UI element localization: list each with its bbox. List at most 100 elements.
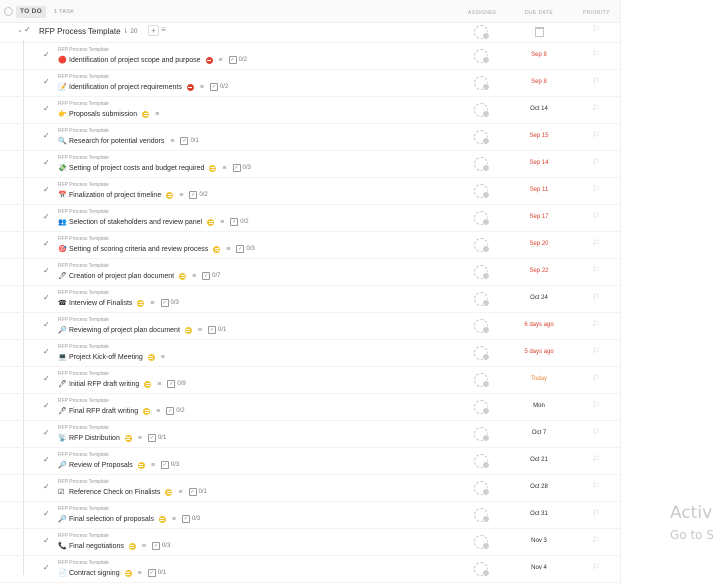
task-name[interactable]: Reference Check on Finalists xyxy=(69,489,160,496)
tag-icon[interactable] xyxy=(128,542,136,550)
task-name[interactable]: Identification of project requirements xyxy=(69,84,182,91)
task-name[interactable]: Interview of Finalists xyxy=(69,300,132,307)
flag-icon[interactable]: ⚐ xyxy=(592,130,600,141)
tag-icon[interactable] xyxy=(147,353,155,361)
check-icon[interactable]: ✓ xyxy=(43,104,50,113)
check-icon[interactable]: ✓ xyxy=(43,563,50,572)
tag-icon[interactable] xyxy=(165,488,173,496)
flag-icon[interactable]: ⚐ xyxy=(592,211,600,222)
checklist-indicator[interactable]: ✓ 0/3 xyxy=(236,245,255,253)
subtask-count[interactable]: ⇂ 20 xyxy=(123,27,138,35)
task-row[interactable]: ✓ RFP Process Template 💻 Project Kick-off M… xyxy=(0,339,620,367)
checklist-indicator[interactable]: ✓ 0/1 xyxy=(208,326,226,334)
task-parent-label[interactable]: RFP Process Template xyxy=(58,371,109,377)
check-icon[interactable]: ✓ xyxy=(43,239,50,248)
task-name[interactable]: Finalization of project timeline xyxy=(69,192,161,199)
task-name[interactable]: Identification of project scope and purp… xyxy=(69,57,201,64)
task-row[interactable]: ✓ RFP Process Template ☎ Interview of Final… xyxy=(0,285,620,313)
checklist-indicator[interactable]: ✓ 0/1 xyxy=(180,137,199,145)
task-parent-label[interactable]: RFP Process Template xyxy=(58,398,109,404)
tag-icon[interactable] xyxy=(209,164,217,172)
flag-icon[interactable]: ⚐ xyxy=(592,49,600,60)
column-header-priority[interactable]: PRIORITY xyxy=(583,10,610,16)
task-name[interactable]: Setting of scoring criteria and review p… xyxy=(69,246,208,253)
flag-icon[interactable]: ⚐ xyxy=(592,481,600,492)
task-row[interactable]: ✓ RFP Process Template 🖊 Final RFP draft wr… xyxy=(0,393,620,421)
check-icon[interactable]: ✓ xyxy=(43,293,50,302)
check-icon[interactable]: ✓ xyxy=(43,320,50,329)
due-date[interactable]: Sep 14 xyxy=(508,160,570,166)
due-date[interactable]: Today xyxy=(508,376,570,382)
task-name[interactable]: Review of Proposals xyxy=(69,462,133,469)
parent-task-row[interactable]: ⌄ ✓ RFP Process Template ⇂ 20 + ≡ ⚐ xyxy=(0,22,620,43)
column-header-assignee[interactable]: ASSIGNEE xyxy=(468,10,497,16)
flag-icon[interactable]: ⚐ xyxy=(592,454,600,465)
flag-icon[interactable]: ⚐ xyxy=(592,103,600,114)
due-date[interactable]: Mon xyxy=(508,403,570,409)
flag-icon[interactable]: ⚐ xyxy=(592,76,600,87)
task-row[interactable]: ✓ RFP Process Template 🔍 Research for poten… xyxy=(0,123,620,151)
check-icon[interactable]: ✓ xyxy=(43,455,50,464)
task-parent-label[interactable]: RFP Process Template xyxy=(58,425,109,431)
task-name[interactable]: Creation of project plan document xyxy=(69,273,174,280)
task-parent-label[interactable]: RFP Process Template xyxy=(58,182,109,188)
checklist-indicator[interactable]: ✓ 0/3 xyxy=(151,542,170,550)
task-name[interactable]: Contract signing xyxy=(69,570,120,577)
task-name[interactable]: Setting of project costs and budget requ… xyxy=(69,165,204,172)
urgent-tag-icon[interactable] xyxy=(186,83,194,91)
task-parent-label[interactable]: RFP Process Template xyxy=(58,155,109,161)
tag-icon[interactable] xyxy=(184,326,192,334)
task-name[interactable]: RFP Distribution xyxy=(69,435,120,442)
task-parent-label[interactable]: RFP Process Template xyxy=(58,479,109,485)
task-row[interactable]: ✓ RFP Process Template 📞 Final negotiations… xyxy=(0,528,620,556)
flag-icon[interactable]: ⚐ xyxy=(592,535,600,546)
task-row[interactable]: ✓ RFP Process Template 📝 Identification of … xyxy=(0,69,620,97)
due-date[interactable]: 6 days ago xyxy=(508,322,570,328)
task-name[interactable]: Initial RFP draft writing xyxy=(69,381,139,388)
flag-icon[interactable]: ⚐ xyxy=(592,319,600,330)
task-parent-label[interactable]: RFP Process Template xyxy=(58,344,109,350)
checklist-indicator[interactable]: ✓ 0/7 xyxy=(202,272,221,280)
due-date[interactable]: 5 days ago xyxy=(508,349,570,355)
task-name[interactable]: Proposals submission xyxy=(69,111,137,118)
flag-icon[interactable]: ⚐ xyxy=(592,373,600,384)
task-row[interactable]: ✓ RFP Process Template 🔴 Identification of … xyxy=(0,42,620,70)
task-row[interactable]: ✓ RFP Process Template 📡 RFP Distribution ≡ ✓… xyxy=(0,420,620,448)
flag-icon[interactable]: ⚐ xyxy=(592,400,600,411)
task-row[interactable]: ✓ RFP Process Template 🔎 Reviewing of proje… xyxy=(0,312,620,340)
due-date[interactable]: Oct 21 xyxy=(508,457,570,463)
due-date[interactable]: Sep 8 xyxy=(508,79,570,85)
task-name[interactable]: Final negotiations xyxy=(69,543,124,550)
due-date[interactable]: Sep 11 xyxy=(508,187,570,193)
task-row[interactable]: ✓ RFP Process Template 🔎 Final selection of… xyxy=(0,501,620,529)
task-name[interactable]: Reviewing of project plan document xyxy=(69,327,180,334)
check-icon[interactable]: ✓ xyxy=(43,428,50,437)
checklist-indicator[interactable]: ✓ 0/3 xyxy=(232,164,251,172)
checklist-indicator[interactable]: ✓ 0/9 xyxy=(167,380,186,388)
task-row[interactable]: ✓ RFP Process Template 👥 Selection of stake… xyxy=(0,204,620,232)
checklist-indicator[interactable]: ✓ 0/2 xyxy=(209,83,228,91)
task-row[interactable]: ✓ RFP Process Template 👉 Proposals submissi… xyxy=(0,96,620,124)
tag-icon[interactable] xyxy=(143,407,151,415)
tag-icon[interactable] xyxy=(213,245,221,253)
due-date[interactable]: Sep 20 xyxy=(508,241,570,247)
flag-icon[interactable]: ⚐ xyxy=(592,24,600,35)
tag-icon[interactable] xyxy=(142,110,150,118)
task-name[interactable]: Project Kick-off Meeting xyxy=(69,354,143,361)
due-date[interactable]: Oct 28 xyxy=(508,484,570,490)
check-icon[interactable]: ✓ xyxy=(43,158,50,167)
task-parent-label[interactable]: RFP Process Template xyxy=(58,236,109,242)
due-date[interactable]: Oct 31 xyxy=(508,511,570,517)
checklist-indicator[interactable]: ✓ 0/1 xyxy=(147,569,166,577)
description-icon[interactable]: ≡ xyxy=(161,25,166,34)
flag-icon[interactable]: ⚐ xyxy=(592,427,600,438)
task-row[interactable]: ✓ RFP Process Template 🖊 Initial RFP draft … xyxy=(0,366,620,394)
checklist-indicator[interactable]: ✓ 0/3 xyxy=(160,461,179,469)
tag-icon[interactable] xyxy=(207,218,215,226)
task-row[interactable]: ✓ RFP Process Template 📅 Finalization of pr… xyxy=(0,177,620,205)
task-parent-label[interactable]: RFP Process Template xyxy=(58,452,109,458)
task-parent-label[interactable]: RFP Process Template xyxy=(58,128,109,134)
collapse-group-icon[interactable] xyxy=(4,7,13,16)
task-row[interactable]: ✓ RFP Process Template 💸 Setting of project… xyxy=(0,150,620,178)
task-parent-label[interactable]: RFP Process Template xyxy=(58,209,109,215)
